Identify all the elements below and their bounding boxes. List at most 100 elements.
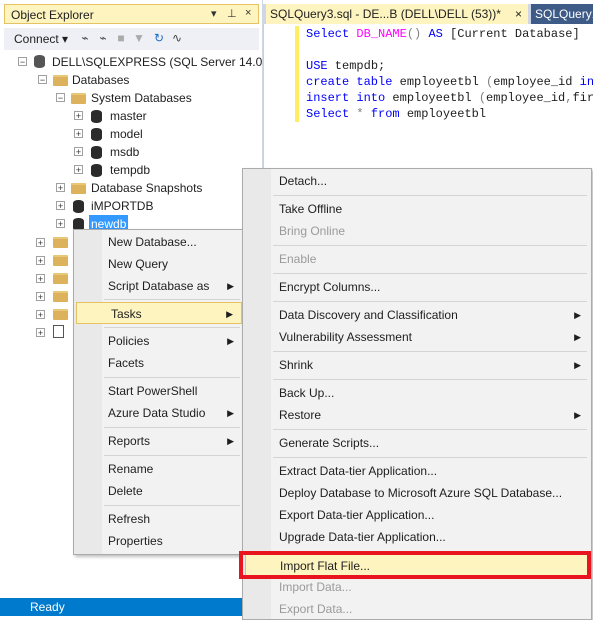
menu-item-label: Generate Scripts... <box>279 436 380 450</box>
menu-item-encrypt-columns[interactable]: Encrypt Columns... <box>245 276 589 298</box>
expand-icon[interactable]: + <box>36 328 45 338</box>
code-token: Select <box>306 27 357 41</box>
dropdown-icon[interactable]: ▾ <box>211 7 217 20</box>
menu-item-label: Extract Data-tier Application... <box>279 464 438 478</box>
menu-item-extract-data-tier[interactable]: Extract Data-tier Application... <box>245 460 589 482</box>
expand-icon[interactable]: + <box>74 129 83 139</box>
menu-item-label: Properties <box>108 534 163 548</box>
menu-item-delete[interactable]: Delete <box>76 480 242 502</box>
disconnect-plug-icon[interactable]: ⌁ <box>96 31 110 45</box>
menu-item-label: Restore <box>279 408 322 422</box>
object-explorer-title-bar: Object Explorer ▾ ⊥ × <box>4 4 259 24</box>
menu-separator <box>273 351 587 352</box>
collapse-icon[interactable]: − <box>38 75 47 85</box>
menu-item-label: Detach... <box>279 174 328 188</box>
menu-item-import-data[interactable]: Import Data... <box>245 576 589 598</box>
filter-icon[interactable]: ▼ <box>132 31 146 45</box>
folder-icon <box>53 75 68 86</box>
submenu-arrow-icon: ▶ <box>574 332 581 342</box>
menu-separator <box>104 455 240 456</box>
code-token: employeetbl <box>392 75 487 89</box>
menu-item-label: Export Data... <box>279 602 353 616</box>
close-icon[interactable]: × <box>245 7 251 19</box>
collapse-icon[interactable]: − <box>56 93 65 103</box>
folder-icon <box>53 273 68 284</box>
menu-item-policies[interactable]: Policies ▶ <box>76 330 242 352</box>
submenu-arrow-icon: ▶ <box>574 410 581 420</box>
submenu-arrow-icon: ▶ <box>227 336 234 346</box>
menu-item-label: Vulnerability Assessment <box>279 330 412 344</box>
folder-icon <box>53 291 68 302</box>
menu-item-properties[interactable]: Properties <box>76 530 242 552</box>
connect-plug-icon[interactable]: ⌁ <box>78 31 92 45</box>
menu-item-new-query[interactable]: New Query <box>76 253 242 275</box>
menu-separator <box>104 327 240 328</box>
menu-separator <box>273 301 587 302</box>
menu-item-tasks[interactable]: Tasks ▶ <box>76 302 242 324</box>
menu-item-azure-data-studio[interactable]: Azure Data Studio ▶ <box>76 402 242 424</box>
menu-item-take-offline[interactable]: Take Offline <box>245 198 589 220</box>
refresh-icon[interactable]: ↻ <box>152 31 166 45</box>
code-line: USE tempdb; <box>306 58 385 74</box>
activity-monitor-icon[interactable]: ∿ <box>170 31 184 45</box>
menu-item-generate-scripts[interactable]: Generate Scripts... <box>245 432 589 454</box>
menu-item-export-data-tier[interactable]: Export Data-tier Application... <box>245 504 589 526</box>
expand-icon[interactable]: + <box>36 310 45 320</box>
menu-item-label: Import Data... <box>279 580 352 594</box>
menu-item-restore[interactable]: Restore ▶ <box>245 404 589 426</box>
collapse-icon[interactable]: − <box>18 57 27 67</box>
stop-icon[interactable]: ■ <box>114 31 128 45</box>
database-icon <box>73 200 84 213</box>
menu-item-label: Policies <box>108 334 150 348</box>
code-token: USE <box>306 59 328 73</box>
menu-item-detach[interactable]: Detach... <box>245 170 589 192</box>
menu-item-back-up[interactable]: Back Up... <box>245 382 589 404</box>
menu-item-data-discovery[interactable]: Data Discovery and Classification ▶ <box>245 304 589 326</box>
code-line: Select * from employeetbl <box>306 106 486 122</box>
db-label: master <box>110 109 147 123</box>
expand-icon[interactable]: + <box>74 165 83 175</box>
expand-icon[interactable]: + <box>36 274 45 284</box>
expand-icon[interactable]: + <box>56 201 65 211</box>
menu-item-facets[interactable]: Facets <box>76 352 242 374</box>
expand-icon[interactable]: + <box>36 238 45 248</box>
menu-item-new-database[interactable]: New Database... <box>76 231 242 253</box>
tab-sqlquery3[interactable]: SQLQuery3.sql - DE...B (DELL\DELL (53))*… <box>266 4 528 24</box>
tab-sqlquery1[interactable]: SQLQuery1 <box>531 4 593 24</box>
tab-title: SQLQuery1 <box>535 7 593 21</box>
expand-icon[interactable]: + <box>36 256 45 266</box>
folder-icon <box>53 255 68 266</box>
expand-icon[interactable]: + <box>74 147 83 157</box>
submenu-arrow-icon: ▶ <box>227 408 234 418</box>
menu-item-rename[interactable]: Rename <box>76 458 242 480</box>
menu-item-label: Script Database as <box>108 279 210 293</box>
pin-icon[interactable]: ⊥ <box>227 7 237 20</box>
menu-item-label: Shrink <box>279 358 314 372</box>
code-token: employeetbl <box>399 107 487 121</box>
menu-item-start-powershell[interactable]: Start PowerShell <box>76 380 242 402</box>
status-text: Ready <box>30 600 65 614</box>
menu-item-export-data[interactable]: Export Data... <box>245 598 589 620</box>
connect-button[interactable]: Connect ▾ <box>14 32 68 46</box>
menu-separator <box>273 379 587 380</box>
database-icon <box>91 128 102 141</box>
expand-icon[interactable]: + <box>56 183 65 193</box>
menu-item-upgrade-data-tier[interactable]: Upgrade Data-tier Application... <box>245 526 589 548</box>
folder-icon <box>53 309 68 320</box>
expand-icon[interactable]: + <box>74 111 83 121</box>
expand-icon[interactable]: + <box>36 292 45 302</box>
menu-item-script-database-as[interactable]: Script Database as ▶ <box>76 275 242 297</box>
close-tab-icon[interactable]: × <box>515 4 522 24</box>
status-bar: Ready <box>0 598 262 616</box>
menu-item-reports[interactable]: Reports ▶ <box>76 430 242 452</box>
change-margin-bar <box>295 26 299 122</box>
expand-icon[interactable]: + <box>56 219 65 229</box>
code-token: insert into <box>306 91 386 105</box>
menu-item-vulnerability-assessment[interactable]: Vulnerability Assessment ▶ <box>245 326 589 348</box>
menu-item-deploy-azure[interactable]: Deploy Database to Microsoft Azure SQL D… <box>245 482 589 504</box>
menu-separator <box>104 505 240 506</box>
menu-item-shrink[interactable]: Shrink ▶ <box>245 354 589 376</box>
menu-item-refresh[interactable]: Refresh <box>76 508 242 530</box>
server-icon <box>34 55 45 68</box>
code-token: Select <box>306 107 350 121</box>
